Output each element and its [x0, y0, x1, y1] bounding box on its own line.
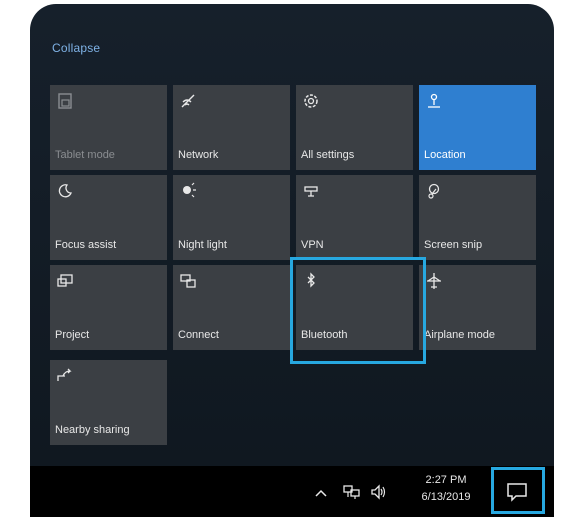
tile-label: Project: [55, 329, 90, 341]
night-light-icon: [183, 182, 196, 198]
tile-focus-assist[interactable]: Focus assist: [50, 175, 167, 260]
chevron-up-icon[interactable]: [314, 487, 328, 499]
tile-tablet-mode[interactable]: Tablet mode: [50, 85, 167, 170]
bluetooth-icon: [307, 272, 315, 288]
tile-all-settings[interactable]: All settings: [296, 85, 413, 170]
focus-assist-moon-icon: [58, 184, 72, 198]
network-icon: [181, 94, 195, 108]
tile-connect[interactable]: Connect: [173, 265, 290, 350]
tile-label: Network: [178, 149, 219, 161]
tile-label: Screen snip: [424, 239, 483, 251]
settings-gear-icon: [304, 94, 318, 108]
collapse-link[interactable]: Collapse: [52, 41, 100, 55]
tile-label: Night light: [178, 239, 227, 251]
tile-bluetooth[interactable]: Bluetooth: [296, 265, 413, 350]
tile-label: Location: [424, 149, 466, 161]
connect-icon: [180, 274, 196, 288]
tablet-mode-icon: [58, 93, 72, 109]
tile-vpn[interactable]: VPN: [296, 175, 413, 260]
action-center-icon[interactable]: [506, 482, 528, 502]
location-icon: [428, 93, 440, 108]
tile-nearby-sharing[interactable]: Nearby sharing: [50, 360, 167, 445]
tile-label: All settings: [301, 149, 355, 161]
tile-label: VPN: [301, 239, 324, 251]
tile-project[interactable]: Project: [50, 265, 167, 350]
screen-snip-icon: [428, 183, 440, 199]
tile-label: Bluetooth: [301, 329, 348, 341]
tile-label: Focus assist: [55, 239, 117, 251]
taskbar-clock[interactable]: 2:27 PM 6/13/2019: [411, 472, 481, 506]
vpn-icon: [304, 186, 318, 197]
tile-label: Nearby sharing: [55, 424, 130, 436]
speaker-icon[interactable]: [370, 484, 388, 500]
nearby-sharing-icon: [57, 368, 72, 381]
tile-airplane-mode[interactable]: Airplane mode: [419, 265, 536, 350]
clock-date: 6/13/2019: [421, 491, 471, 503]
tile-label: Connect: [178, 329, 219, 341]
network-monitor-icon[interactable]: [343, 484, 361, 500]
tile-label: Tablet mode: [55, 149, 115, 161]
project-icon: [57, 274, 73, 287]
airplane-icon: [427, 273, 441, 289]
tile-label: Airplane mode: [424, 329, 495, 341]
tile-location[interactable]: Location: [419, 85, 536, 170]
clock-time: 2:27 PM: [425, 474, 467, 486]
tile-network[interactable]: Network: [173, 85, 290, 170]
tile-night-light[interactable]: Night light: [173, 175, 290, 260]
tile-screen-snip[interactable]: Screen snip: [419, 175, 536, 260]
